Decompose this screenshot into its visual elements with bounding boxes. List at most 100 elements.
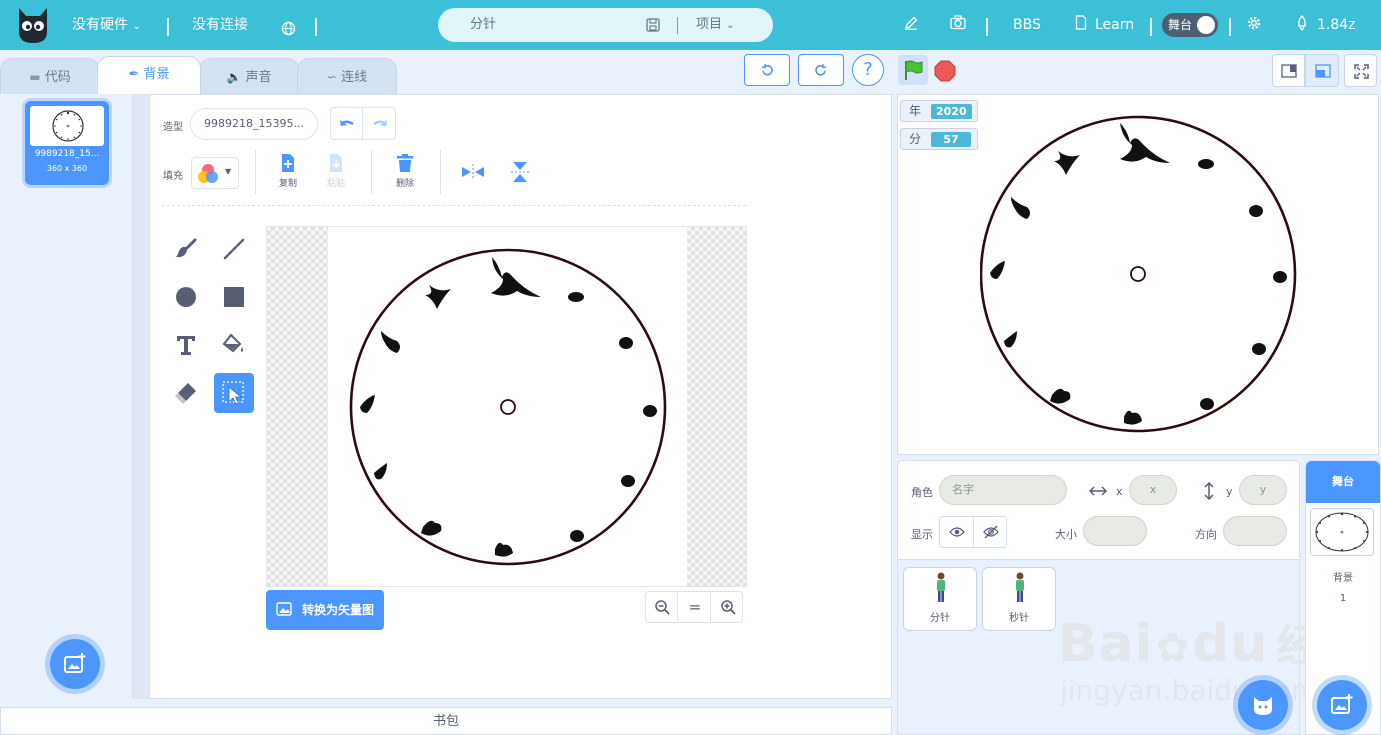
fill-label: 填充 [163,171,183,182]
project-name-input[interactable]: 分针 [470,8,496,42]
sprite-name-input[interactable]: 名字 [939,475,1067,505]
chevron-down-icon: ⌄ [132,21,141,32]
drawing-canvas[interactable] [266,226,747,587]
divider [255,150,256,194]
divider [162,205,746,206]
camera-icon[interactable] [950,15,966,30]
trash-icon [397,154,413,172]
bbs-link[interactable]: BBS [1013,0,1041,50]
costume-list-scrollbar[interactable] [133,94,149,699]
undo-button[interactable] [331,108,363,139]
connection-menu[interactable]: 没有连接 [192,0,248,50]
clock-thumbnail-icon [1315,512,1369,552]
hide-sprite-button[interactable] [975,517,1008,547]
eye-icon [949,527,965,537]
paw-icon: ✿ [1155,625,1191,671]
divider [440,150,441,194]
rotate-left-button[interactable] [744,54,790,86]
eraser-tool[interactable] [166,373,206,413]
fill-tool[interactable] [214,325,254,365]
y-input[interactable]: y [1239,475,1287,505]
hardware-menu[interactable]: 没有硬件 ⌄ [72,0,141,50]
costume-item[interactable]: 1 9989218_15... 360 x 360 [25,101,109,185]
delete-button[interactable]: 删除 [390,153,420,189]
add-sprite-button[interactable] [1238,680,1288,730]
line-tool[interactable] [214,229,254,269]
circle-tool[interactable] [166,277,206,317]
tab-connect[interactable]: ∽ 连线 [297,58,397,94]
transparent-area-right [687,227,746,586]
costume-name-label: 造型 [163,122,183,133]
save-icon[interactable] [646,18,660,32]
copy-button[interactable]: 复制 [273,153,303,189]
large-stage-button[interactable] [1305,54,1339,87]
green-flag-button[interactable] [898,55,928,85]
caret-down-icon: ▼ [225,167,232,176]
zoom-reset-button[interactable]: = [679,592,711,622]
divider [986,18,988,36]
text-tool[interactable] [166,325,206,365]
costume-name-input[interactable]: 9989218_15395... [190,108,318,140]
rotate-right-button[interactable] [798,54,844,86]
visibility-label: 显示 [911,528,933,541]
sprite-tile[interactable]: 分针 [903,567,977,631]
equals-icon: = [688,598,702,616]
chevron-down-icon: ⌄ [726,20,735,31]
vertical-arrows-icon [1204,482,1214,500]
tab-backdrop[interactable]: ✒ 背景 [97,56,201,94]
help-button[interactable]: ? [852,54,884,86]
clock-face-drawing [349,248,667,566]
x-input[interactable]: x [1129,475,1177,505]
stage-mode-toggle[interactable]: 舞台 [1162,13,1218,37]
globe-icon[interactable] [281,21,296,36]
paste-button[interactable]: 粘贴 [321,153,351,189]
direction-input[interactable] [1223,516,1287,546]
gear-icon[interactable] [1246,15,1262,31]
fullscreen-icon [1354,64,1369,79]
color-swatch-icon [198,164,218,183]
rectangle-icon [224,287,244,307]
variable-monitor-year: 年 2020 [900,100,978,122]
fullscreen-button[interactable] [1344,54,1377,87]
rectangle-tool[interactable] [214,277,254,317]
zoom-out-button[interactable] [646,592,678,622]
add-backdrop-button[interactable] [50,639,100,689]
monitor-label: 分 [909,132,922,146]
fill-color-picker[interactable]: ▼ [191,157,239,189]
brush-icon: ✒ [128,67,140,82]
brush-tool[interactable] [166,229,206,269]
tab-sound[interactable]: 🔈 声音 [199,58,299,94]
project-menu[interactable]: 项目 ⌄ [696,8,735,43]
add-image-icon [64,653,86,673]
clock-thumbnail-icon [52,110,84,142]
divider [167,18,169,36]
convert-to-vector-button[interactable]: 转换为矢量图 [266,590,384,630]
stop-sign-icon[interactable] [934,60,956,82]
select-tool[interactable] [214,373,254,413]
variable-monitor-minute: 分 57 [900,128,978,150]
stage-canvas[interactable]: 年 2020 分 57 [897,94,1379,455]
small-stage-button[interactable] [1272,54,1305,87]
add-backdrop-stage-button[interactable] [1317,680,1367,730]
learn-link[interactable]: Learn [1095,0,1134,50]
small-stage-icon [1281,64,1297,78]
backpack-bar[interactable]: 书包 [0,707,892,735]
text-icon [177,336,195,355]
sprite-tile[interactable]: 秒针 [982,567,1056,631]
flip-horizontal-icon[interactable] [461,163,485,181]
pencil-icon[interactable] [904,16,918,30]
paste-label: 粘贴 [326,179,345,189]
size-input[interactable] [1083,516,1147,546]
mascot-logo-icon[interactable] [16,6,50,44]
tab-code[interactable]: ▬ 代码 [0,58,100,94]
visibility-toggle-group [939,516,1007,548]
redo-button[interactable] [364,108,396,139]
paint-bucket-icon [222,333,243,353]
flip-vertical-icon[interactable] [510,161,530,183]
costume-index: 1 [31,106,37,116]
eraser-icon [175,383,196,404]
tab-backdrop-label: 背景 [143,67,170,82]
show-sprite-button[interactable] [940,517,974,547]
tab-connect-label: 连线 [341,70,368,85]
zoom-in-button[interactable] [712,592,744,622]
